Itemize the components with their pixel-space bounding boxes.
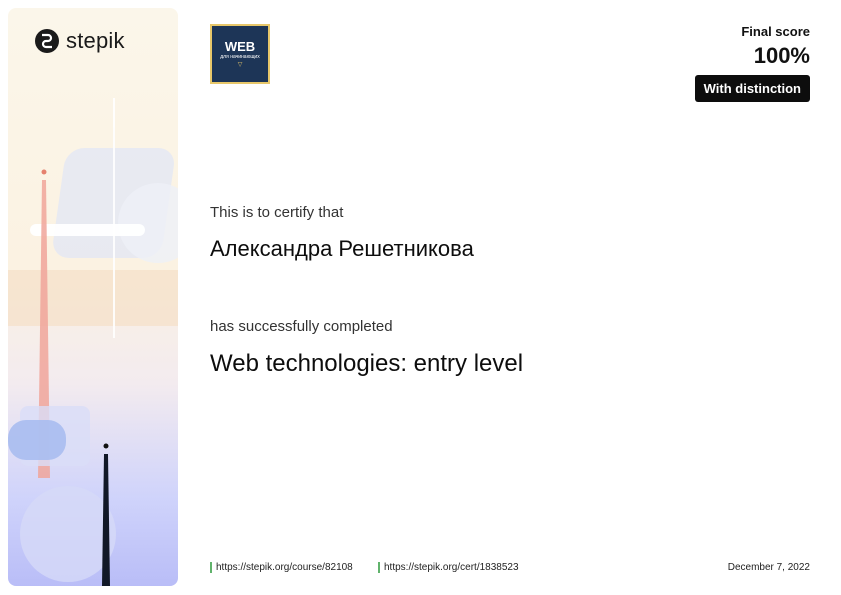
final-score-label: Final score <box>741 24 810 39</box>
issue-date: December 7, 2022 <box>727 562 810 573</box>
triangle-icon: ▽ <box>237 61 243 68</box>
course-logo: WEB для начинающих ▽ <box>210 24 270 84</box>
score-block: Final score 100% With distinction <box>694 24 810 102</box>
certificate-footer: https://stepik.org/course/82108 https://… <box>210 562 810 576</box>
certify-intro: This is to certify that <box>210 204 344 221</box>
cert-url[interactable]: https://stepik.org/cert/1838523 <box>384 562 519 573</box>
course-url[interactable]: https://stepik.org/course/82108 <box>216 562 353 573</box>
course-title: Web technologies: entry level <box>210 350 524 377</box>
course-logo-subtitle: для начинающих <box>220 53 260 60</box>
course-logo-title: WEB <box>224 38 256 54</box>
recipient-name: Александра Решетникова <box>210 236 474 261</box>
distinction-badge: With distinction <box>694 75 810 102</box>
stepik-logo-icon <box>35 29 59 53</box>
logo-text: stepik <box>66 28 125 53</box>
cert-link[interactable]: https://stepik.org/cert/1838523 <box>378 562 519 573</box>
stepik-logo: stepik <box>34 26 125 56</box>
link-marker-icon <box>378 562 380 573</box>
final-score-value: 100% <box>753 43 810 68</box>
link-marker-icon <box>210 562 212 573</box>
course-link[interactable]: https://stepik.org/course/82108 <box>210 562 353 573</box>
completed-text: has successfully completed <box>210 318 393 335</box>
abstract-art <box>8 98 178 586</box>
decorative-side-panel <box>8 8 178 586</box>
